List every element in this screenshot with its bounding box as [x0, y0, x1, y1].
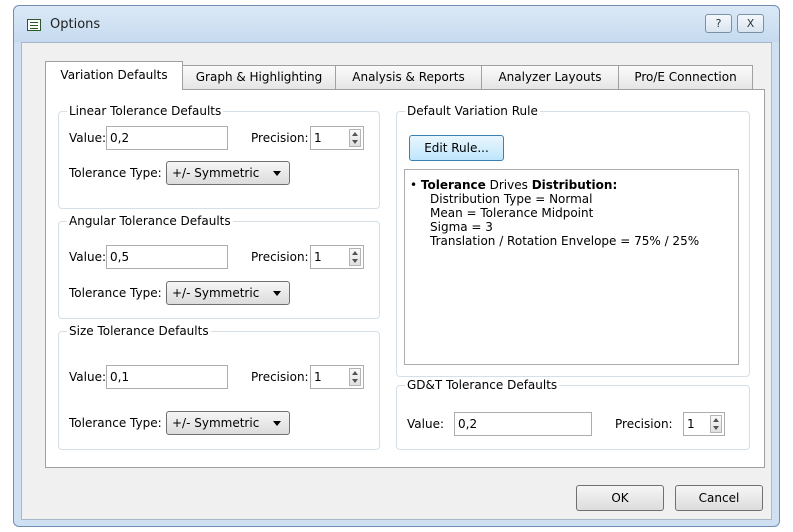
select-value: +/- Symmetric [172, 166, 260, 180]
group-title: Default Variation Rule [405, 104, 540, 118]
dialog-client-area: Variation Defaults Graph & Highlighting … [21, 42, 772, 520]
rule-heading-distribution: Distribution: [531, 178, 618, 192]
spinner-arrows-icon[interactable] [349, 368, 361, 386]
precision-label: Precision: [251, 250, 309, 264]
rule-line-sigma: Sigma = 3 [430, 220, 493, 234]
tab-graph-highlighting[interactable]: Graph & Highlighting [182, 65, 336, 89]
rule-description-box: • Tolerance Drives Distribution: Distrib… [404, 169, 739, 365]
precision-value: 1 [314, 131, 322, 145]
spinner-arrows-icon[interactable] [349, 248, 361, 266]
tab-proe-connection[interactable]: Pro/E Connection [618, 65, 753, 89]
spinner-arrows-icon[interactable] [349, 129, 361, 147]
help-button[interactable]: ? [705, 14, 732, 33]
angular-precision-spinner[interactable]: 1 [310, 245, 364, 269]
linear-value-input[interactable]: 0,2 [106, 126, 228, 150]
chevron-down-icon [273, 291, 281, 296]
rule-line-envelope: Translation / Rotation Envelope = 75% / … [430, 234, 700, 248]
size-value-input[interactable]: 0,1 [106, 365, 228, 389]
edit-rule-button[interactable]: Edit Rule... [409, 135, 504, 161]
default-variation-rule-group: Default Variation Rule Edit Rule... • To… [396, 104, 750, 377]
linear-precision-spinner[interactable]: 1 [310, 126, 364, 150]
size-tolerance-group: Size Tolerance Defaults Value: 0,1 Preci… [58, 324, 380, 450]
value-label: Value: [69, 131, 106, 145]
precision-value: 1 [687, 417, 695, 431]
value-label: Value: [69, 370, 106, 384]
group-title: Linear Tolerance Defaults [67, 104, 224, 118]
tolerance-type-label: Tolerance Type: [69, 416, 162, 430]
linear-tolerance-type-select[interactable]: +/- Symmetric [166, 161, 290, 185]
linear-tolerance-group: Linear Tolerance Defaults Value: 0,2 Pre… [58, 104, 380, 209]
group-title: Size Tolerance Defaults [67, 324, 211, 338]
size-tolerance-type-select[interactable]: +/- Symmetric [166, 411, 290, 435]
title-bar[interactable]: Options ? X [14, 6, 779, 42]
select-value: +/- Symmetric [172, 416, 260, 430]
value-label: Value: [407, 417, 444, 431]
group-title: Angular Tolerance Defaults [67, 214, 233, 228]
tab-panel-variation-defaults: Linear Tolerance Defaults Value: 0,2 Pre… [45, 89, 765, 468]
spinner-arrows-icon[interactable] [710, 415, 722, 433]
select-value: +/- Symmetric [172, 286, 260, 300]
rule-heading-tolerance: Tolerance [420, 178, 486, 192]
tab-analyzer-layouts[interactable]: Analyzer Layouts [481, 65, 619, 89]
window-title: Options [50, 17, 101, 32]
ok-button[interactable]: OK [576, 485, 664, 511]
tolerance-type-label: Tolerance Type: [69, 286, 162, 300]
gdt-precision-spinner[interactable]: 1 [683, 412, 725, 436]
precision-label: Precision: [251, 131, 309, 145]
angular-tolerance-type-select[interactable]: +/- Symmetric [166, 281, 290, 305]
angular-value-input[interactable]: 0,5 [106, 245, 228, 269]
precision-label: Precision: [251, 370, 309, 384]
gdt-value-input[interactable]: 0,2 [454, 412, 592, 436]
precision-value: 1 [314, 250, 322, 264]
group-title: GD&T Tolerance Defaults [405, 378, 560, 392]
tab-analysis-reports[interactable]: Analysis & Reports [335, 65, 482, 89]
close-button[interactable]: X [737, 14, 764, 33]
value-label: Value: [69, 250, 106, 264]
chevron-down-icon [273, 171, 281, 176]
app-icon [27, 19, 41, 31]
chevron-down-icon [273, 421, 281, 426]
precision-value: 1 [314, 370, 322, 384]
rule-heading: • Tolerance Drives Distribution: [410, 178, 617, 192]
tolerance-type-label: Tolerance Type: [69, 166, 162, 180]
rule-line-mean: Mean = Tolerance Midpoint [430, 206, 594, 220]
bullet: • [410, 178, 418, 192]
options-dialog: Options ? X Variation Defaults Graph & H… [13, 5, 780, 527]
rule-line-distribution-type: Distribution Type = Normal [430, 192, 593, 206]
cancel-button[interactable]: Cancel [675, 485, 763, 511]
size-precision-spinner[interactable]: 1 [310, 365, 364, 389]
precision-label: Precision: [615, 417, 673, 431]
rule-heading-drives: Drives [485, 178, 532, 192]
tab-variation-defaults[interactable]: Variation Defaults [45, 61, 183, 90]
gdt-tolerance-group: GD&T Tolerance Defaults Value: 0,2 Preci… [396, 378, 750, 450]
angular-tolerance-group: Angular Tolerance Defaults Value: 0,5 Pr… [58, 214, 380, 319]
